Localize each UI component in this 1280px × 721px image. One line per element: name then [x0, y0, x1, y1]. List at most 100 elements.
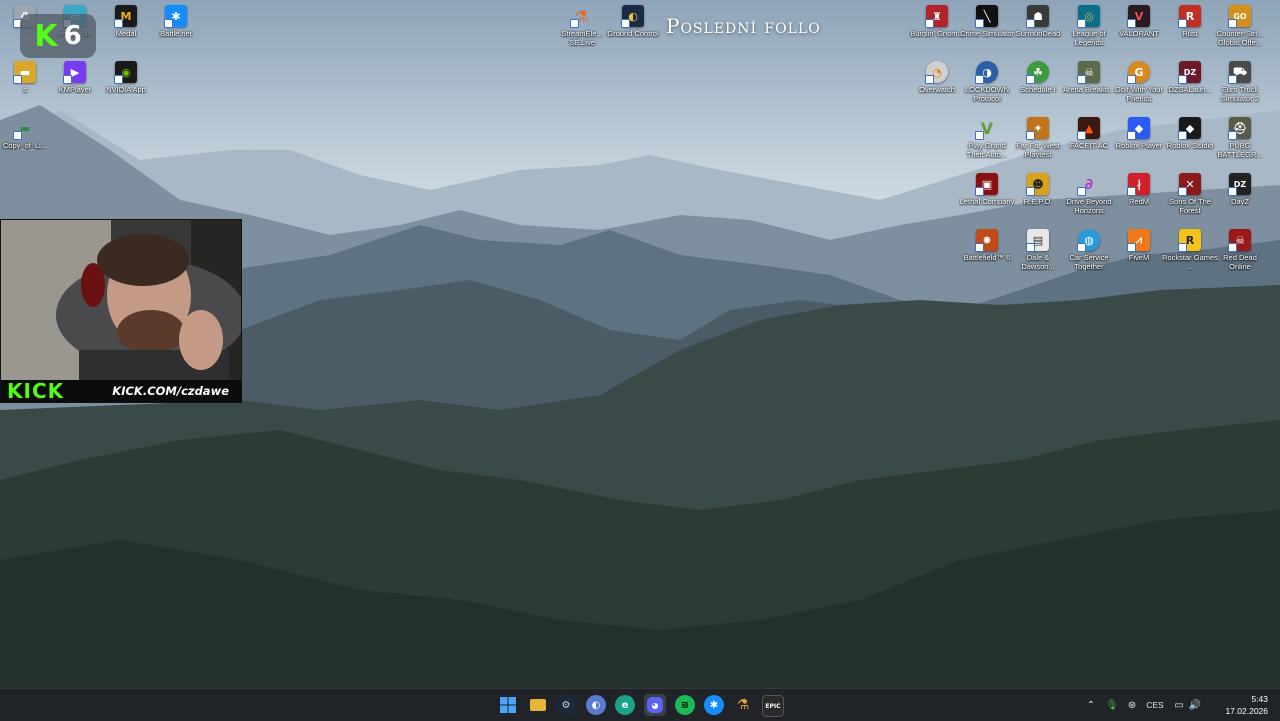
- fivem-icon: ⩘: [1127, 229, 1150, 252]
- system-tray: ⌃ 🎙 ⊛ CES ▭ 🔊 5:43 17.02.2026: [1080, 689, 1280, 721]
- far-far-west-shortcut[interactable]: ✦ Far Far West Playtest: [1013, 117, 1063, 173]
- battlenet-label: Battle.net: [160, 29, 192, 38]
- redm-label: RedM: [1128, 197, 1149, 206]
- crime-simulator-shortcut[interactable]: ╲ Crime Simulator: [960, 5, 1014, 61]
- kmplayer-shortcut[interactable]: ▶ KMPlayer: [50, 61, 100, 117]
- lockdown-protocol-icon: ◑: [975, 61, 998, 84]
- ground-control-shortcut[interactable]: ◐ Ground Control: [607, 5, 659, 61]
- stream-overlay-title: Poslední follo: [666, 14, 821, 38]
- show-hidden-icons-button[interactable]: ⌃: [1080, 689, 1102, 721]
- sons-of-the-forest-shortcut[interactable]: ✕ Sons Of The Forest: [1165, 173, 1215, 229]
- taskbar-app[interactable]: ◐: [586, 695, 606, 715]
- farwest-label: Far Far West Playtest: [1016, 141, 1060, 159]
- lockdown-protocol-shortcut[interactable]: ◑ LOCKDOWN Protocol: [962, 61, 1012, 117]
- roblox-player-icon: ◆: [1127, 117, 1150, 140]
- dale-dawson-shortcut[interactable]: ▤ Dale & Dawson...: [1013, 229, 1063, 285]
- taskbar-epic-games[interactable]: EPIC: [762, 695, 784, 717]
- counter-strike-shortcut[interactable]: GO Counter-Stri... Global Offe...: [1215, 5, 1265, 61]
- dale-label: Dale & Dawson...: [1021, 253, 1055, 271]
- rdo-label: Red Dead Online: [1223, 253, 1257, 271]
- streamelements-icon: ⚗: [570, 5, 593, 28]
- roblox-player-label: Roblox Player: [1115, 141, 1163, 150]
- medal-shortcut[interactable]: M Medal: [101, 5, 151, 61]
- folder-shortcut[interactable]: ▬ s: [0, 61, 50, 117]
- language-indicator[interactable]: CES: [1142, 689, 1168, 721]
- crime-label: Crime Simulator: [960, 29, 1014, 38]
- taskbar-discord[interactable]: ◕: [644, 694, 666, 716]
- sonsforest-label: Sons Of The Forest: [1169, 197, 1211, 215]
- redm-icon: ∤: [1127, 173, 1150, 196]
- clock-date: 17.02.2026: [1225, 706, 1268, 716]
- drive-beyond-horizons-shortcut[interactable]: ∂ Drive Beyond Horizons: [1064, 173, 1114, 229]
- battlenet-shortcut[interactable]: ✱ Battle.net: [151, 5, 201, 61]
- streamelements-shortcut[interactable]: ⚗ StreamEle... SE.Live: [557, 5, 607, 61]
- euro-truck-simulator-shortcut[interactable]: ⛟ Euro Truck Simulator 2: [1215, 61, 1265, 117]
- taskbar-streamelements[interactable]: ⚗: [733, 695, 753, 715]
- dayz-shortcut[interactable]: DZ DayZ: [1215, 173, 1265, 229]
- lethal-label: Lethal Company: [959, 197, 1015, 206]
- schedule-i-shortcut[interactable]: ☘ Schedule I: [1013, 61, 1063, 117]
- surroundead-icon: ☗: [1026, 5, 1049, 28]
- arena-breakout-shortcut[interactable]: ☠ Arena Breako...: [1062, 61, 1116, 117]
- burglin-gnomes-shortcut[interactable]: ♜ Burglin' Gnom...: [910, 5, 964, 61]
- battlefield-shortcut[interactable]: ✸ Battlefield™ 6: [962, 229, 1012, 285]
- copy-of-lin-shortcut[interactable]: ▬ Copy_of_Li...: [0, 117, 50, 173]
- repo-shortcut[interactable]: ☻ R.E.P.O.: [1013, 173, 1063, 229]
- arena-breakout-icon: ☠: [1077, 61, 1100, 84]
- pubg-shortcut[interactable]: ⛑ PUBG BATTLEGR...: [1215, 117, 1265, 173]
- valorant-icon: V: [1127, 5, 1150, 28]
- redm-shortcut[interactable]: ∤ RedM: [1114, 173, 1164, 229]
- golf-with-friends-shortcut[interactable]: G Golf With Your Friends: [1114, 61, 1164, 117]
- taskbar-spotify[interactable]: ≋: [675, 695, 695, 715]
- lethal-company-shortcut[interactable]: ▣ Lethal Company: [959, 173, 1015, 229]
- nvidia-icon: ◉: [114, 61, 137, 84]
- start-button[interactable]: [498, 695, 518, 715]
- car-service-together-shortcut[interactable]: ◍ Car Service Together: [1064, 229, 1114, 285]
- repo-icon: ☻: [1026, 173, 1049, 196]
- gta-shortcut[interactable]: V Play Grand Theft Auto...: [962, 117, 1012, 173]
- overwatch-shortcut[interactable]: ◔ Overwatch: [912, 61, 962, 117]
- rust-shortcut[interactable]: R Rust: [1165, 5, 1215, 61]
- medal-label: Medal: [115, 29, 137, 38]
- sons-of-the-forest-icon: ✕: [1178, 173, 1201, 196]
- volume-button[interactable]: 🔊: [1186, 689, 1204, 721]
- rockstar-label: Rockstar Games ...: [1162, 253, 1218, 271]
- faceit-shortcut[interactable]: ▲ FACEIT AC: [1064, 117, 1114, 173]
- rockstar-launcher-shortcut[interactable]: R Rockstar Games ...: [1162, 229, 1218, 285]
- repo-label: R.E.P.O.: [1023, 197, 1053, 206]
- valorant-shortcut[interactable]: V VALORANT: [1114, 5, 1164, 61]
- dale-dawson-icon: ▤: [1026, 229, 1049, 252]
- taskbar-edge[interactable]: e: [615, 695, 635, 715]
- surroundead-label: SurrounDead: [1015, 29, 1061, 38]
- lockdown-label: LOCKDOWN Protocol: [964, 85, 1010, 103]
- gta-icon: V: [975, 117, 998, 140]
- streamelements-icon: ⚗: [736, 697, 750, 713]
- nvidia-app-shortcut[interactable]: ◉ NVIDIA App: [101, 61, 151, 117]
- kick-channel-url: KICK.COM/czdawe: [112, 384, 229, 398]
- kick-logo: KICK: [7, 379, 65, 403]
- schedule-label: Schedule I: [1020, 85, 1056, 94]
- dzsa-launcher-shortcut[interactable]: DZ DZSALaun...: [1165, 61, 1215, 117]
- league-of-legends-shortcut[interactable]: ◎ League of Legends: [1064, 5, 1114, 61]
- dzsa-label: DZSALaun...: [1168, 85, 1212, 94]
- spotify-icon: ≋: [680, 699, 690, 711]
- taskbar-steam[interactable]: ⚙: [556, 695, 576, 715]
- surroundead-shortcut[interactable]: ☗ SurrounDead: [1013, 5, 1063, 61]
- kick-follower-badge: K 6: [20, 14, 96, 58]
- webcam-overlay: KICK KICK.COM/czdawe: [0, 219, 242, 403]
- taskbar-battlenet[interactable]: ✱: [704, 695, 724, 715]
- tray-app-indicator[interactable]: ⊛: [1122, 689, 1142, 721]
- roblox-studio-shortcut[interactable]: ◆ Roblox Studio: [1165, 117, 1215, 173]
- cs-label: Counter-Stri... Global Offe...: [1216, 29, 1264, 47]
- overwatch-icon: ◔: [925, 61, 948, 84]
- red-dead-online-shortcut[interactable]: ☠ Red Dead Online: [1215, 229, 1265, 285]
- taskbar-file-explorer[interactable]: [528, 695, 548, 715]
- rust-label: Rust: [1182, 29, 1198, 38]
- microphone-indicator[interactable]: 🎙: [1102, 689, 1122, 721]
- roblox-player-shortcut[interactable]: ◆ Roblox Player: [1114, 117, 1164, 173]
- arena-label: Arena Breako...: [1062, 85, 1116, 94]
- fivem-shortcut[interactable]: ⩘ FiveM: [1114, 229, 1164, 285]
- clock[interactable]: 5:43 17.02.2026: [1225, 693, 1268, 717]
- nvidia-label: NVIDIA App: [106, 85, 146, 94]
- valorant-label: VALORANT: [1119, 29, 1159, 38]
